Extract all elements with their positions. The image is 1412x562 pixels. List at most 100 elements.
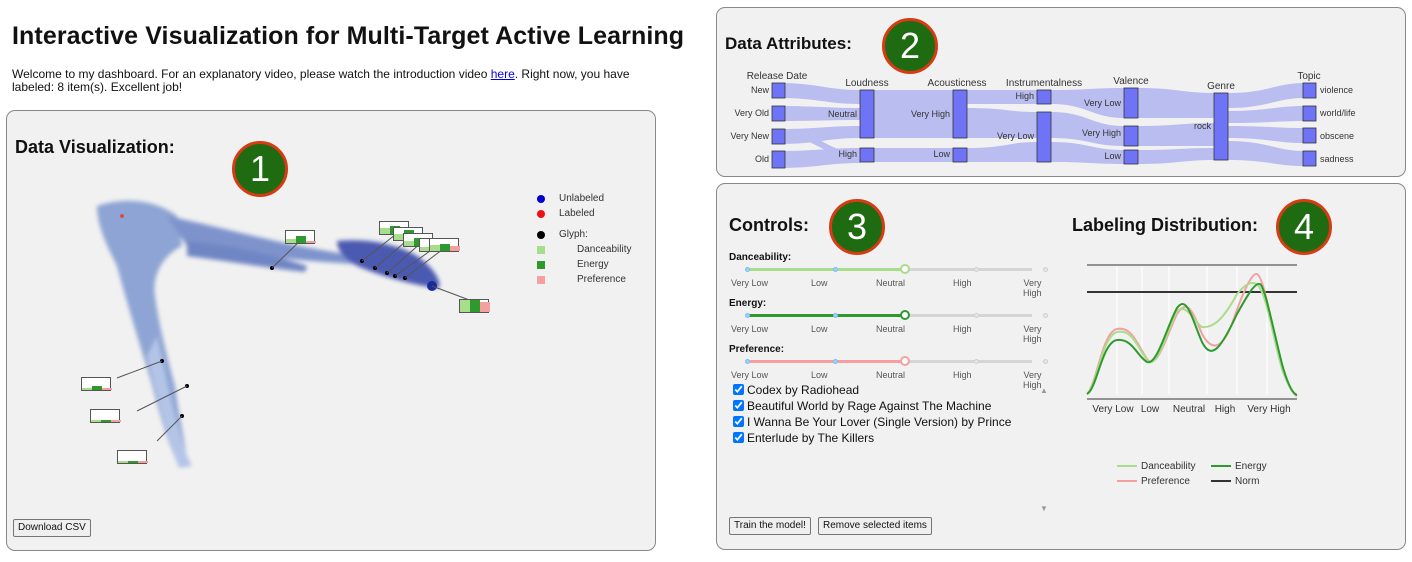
parallel-sets-chart[interactable]: Release Date Loudness Acousticness Instr… [717,8,1407,178]
energy-legend-label: Energy [577,259,609,270]
instrumentalness-very-low-label: Very Low [997,131,1035,141]
item-checkbox[interactable] [733,432,744,443]
slider-stop[interactable] [833,359,838,364]
slider-label: Danceability: [729,252,792,263]
slider-stop[interactable] [745,313,750,318]
release-date-axis-title: Release Date [747,71,808,82]
slider-tick-label: Neutral [876,324,906,334]
remove-selected-items-button[interactable]: Remove selected items [818,517,932,535]
glyph-box[interactable] [117,450,148,464]
glyph-bar [82,388,92,390]
danceability-legend-label: Danceability [577,244,632,255]
preference-legend-label: Preference [577,274,626,285]
item-checkbox[interactable] [733,400,744,411]
selected-item-checkbox[interactable]: I Wanna Be Your Lover (Single Version) b… [733,415,1011,429]
glyph-bar [430,245,440,251]
selected-item-checkbox[interactable]: Enterlude by The Killers [733,431,874,445]
slider-stop[interactable] [833,267,838,272]
glyph-bar [296,236,306,243]
x-tick-very-low: Very Low [1092,404,1134,415]
release-date-very-old-label: Very Old [734,108,769,118]
glyph-bar [380,228,390,234]
slider-stop[interactable] [745,267,750,272]
preference-legend-swatch [537,276,545,284]
selected-items-scroll-arrow-down[interactable]: ▼ [1040,504,1048,513]
valence-very-low-label: Very Low [1084,98,1122,108]
distribution-legend: Danceability Energy Preference Norm [1117,461,1267,484]
valence-low-label: Low [1104,151,1121,161]
slider-label: Preference: [729,344,785,355]
topic-obscene-label: obscene [1320,131,1354,141]
intro-text-start: Welcome to my dashboard. For an explanat… [12,67,491,81]
acousticness-very-high-label: Very High [911,109,950,119]
glyph-bar [460,300,470,312]
x-tick-neutral: Neutral [1173,404,1205,415]
controls-title: Controls: [729,215,809,235]
glyph-bar [480,302,490,312]
slider-stop[interactable] [900,356,910,366]
slider-stop[interactable] [1043,267,1048,272]
slider-tick-label: Very High [1023,370,1042,390]
download-csv-button[interactable]: Download CSV [13,519,91,537]
danceability-legend-swatch [537,246,545,254]
slider-tick-label: High [953,324,972,334]
train-model-button[interactable]: Train the model! [729,517,811,535]
topic-world-life-label: world/life [1319,108,1356,118]
glyph-bar [450,246,460,251]
page-title: Interactive Visualization for Multi-Targ… [12,22,685,50]
glyph-box[interactable] [429,238,460,252]
glyph-bar [138,461,148,463]
glyph-bar [91,420,101,422]
glyph-bar [101,420,111,422]
labeling-distribution-chart[interactable]: Very Low Low Neutral High Very High Danc… [1077,254,1327,484]
item-label: I Wanna Be Your Lover (Single Version) b… [747,415,1012,429]
item-checkbox[interactable] [733,384,744,395]
loudness-neutral-label: Neutral [828,109,857,119]
glyph-bar [118,461,128,463]
slider-label: Energy: [729,298,767,309]
controls-and-distribution-panel: Controls: 3 Danceability: Very Low Low Neut… [716,183,1406,550]
topic-sadness-label: sadness [1320,154,1354,164]
preference-legend-text: Preference [1141,476,1190,484]
glyph-legend-marker [537,231,545,239]
labeled-legend-label: Labeled [559,208,595,219]
release-date-new-label: New [751,85,770,95]
glyph-box[interactable] [285,230,316,244]
slider-stop[interactable] [900,310,910,320]
slider-tick-label: Low [811,370,828,380]
energy-curve [1086,282,1298,396]
item-checkbox[interactable] [733,416,744,427]
acousticness-axis-title: Acousticness [928,78,987,89]
slider-stop[interactable] [974,313,979,318]
slider-stop[interactable] [1043,313,1048,318]
glyph-bar [102,388,112,390]
item-label: Beautiful World by Rage Against The Mach… [747,399,992,413]
glyph-bar [404,241,414,246]
glyph-box[interactable] [459,299,490,313]
selected-item-checkbox[interactable]: Beautiful World by Rage Against The Mach… [733,399,991,413]
slider-stop[interactable] [745,359,750,364]
slider-stop[interactable] [833,313,838,318]
instrumentalness-high-label: High [1015,91,1034,101]
genre-axis-title: Genre [1207,81,1235,92]
release-date-very-new-label: Very New [730,131,769,141]
slider-stop[interactable] [974,267,979,272]
glyph-box[interactable] [81,377,112,391]
slider-tick-label: High [953,278,972,288]
slider-stop[interactable] [900,264,910,274]
glyph-box[interactable] [90,409,121,423]
instrumentalness-axis-title: Instrumentalness [1006,78,1082,89]
norm-legend-text: Norm [1235,476,1259,484]
slider-stop[interactable] [1043,359,1048,364]
slider-stop[interactable] [974,359,979,364]
selected-item-checkbox[interactable]: Codex by Radiohead [733,383,859,397]
danceability-legend-text: Danceability [1141,461,1195,472]
glyph-bar [128,461,138,463]
intro-video-link[interactable]: here [491,67,515,81]
slider-tick-label: Very High [1023,324,1042,344]
panel-number-badge-4: 4 [1276,199,1332,255]
topic-axis-title: Topic [1297,71,1320,82]
energy-legend-text: Energy [1235,461,1267,472]
slider-tick-label: Very Low [731,324,769,334]
selected-items-scroll-arrow-up[interactable]: ▲ [1040,386,1048,395]
